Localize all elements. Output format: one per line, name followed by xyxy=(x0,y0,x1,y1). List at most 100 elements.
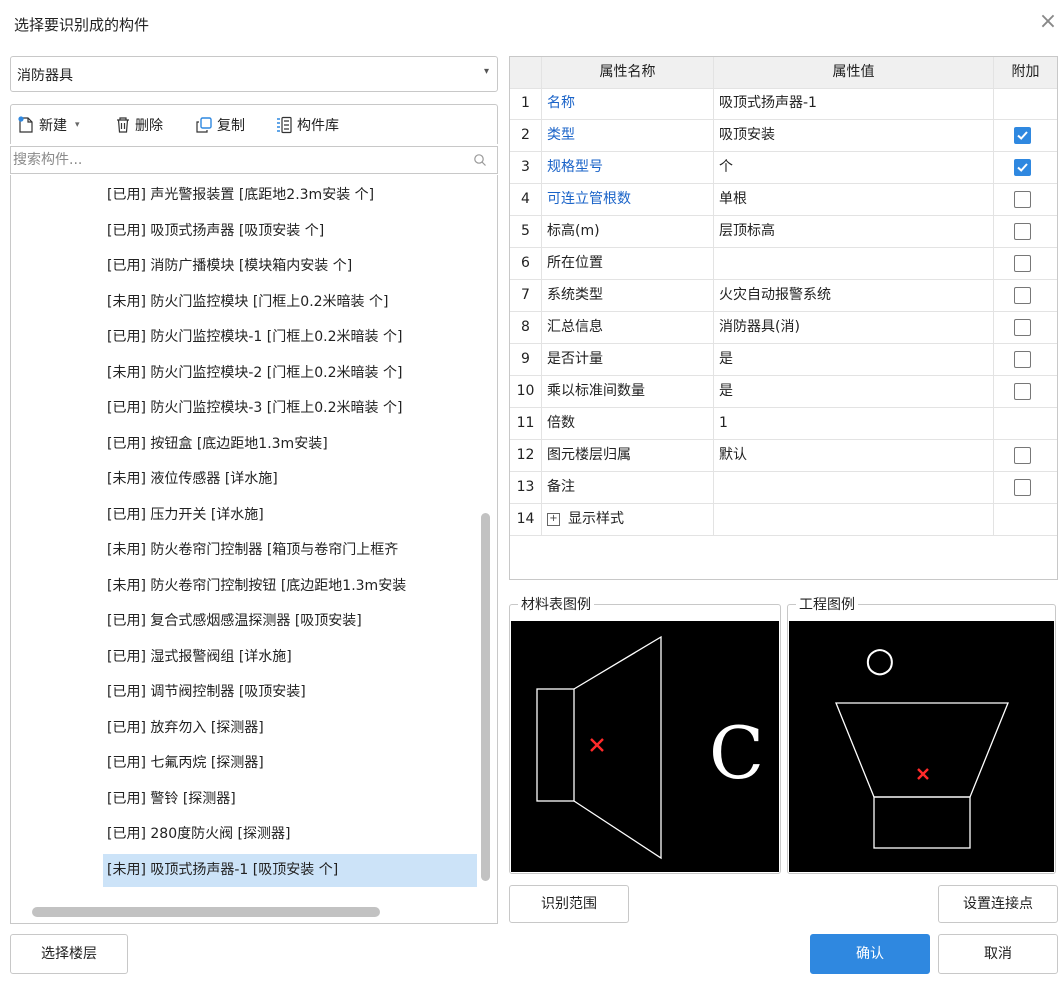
row-number: 11 xyxy=(510,408,542,439)
table-row[interactable]: 12 图元楼层归属 默认 xyxy=(510,440,1057,472)
table-row[interactable]: 6 所在位置 xyxy=(510,248,1057,280)
table-header-row: 属性名称 属性值 附加 xyxy=(510,57,1057,89)
unchecked-checkbox[interactable] xyxy=(1014,383,1031,400)
property-value[interactable]: 默认 xyxy=(714,440,994,471)
list-item[interactable]: [已用] 声光警报装置 [底距地2.3m安装 个] xyxy=(103,179,477,212)
property-value[interactable]: 个 xyxy=(714,152,994,183)
table-row[interactable]: 2 类型 吸顶安装 xyxy=(510,120,1057,152)
list-item[interactable]: [已用] 七氟丙烷 [探测器] xyxy=(103,747,477,780)
list-item[interactable]: [已用] 按钮盒 [底边距地1.3m安装] xyxy=(103,428,477,461)
list-item[interactable]: [已用] 压力开关 [详水施] xyxy=(103,499,477,532)
unchecked-checkbox[interactable] xyxy=(1014,255,1031,272)
unchecked-checkbox[interactable] xyxy=(1014,479,1031,496)
extra-cell xyxy=(994,248,1057,279)
checked-checkbox[interactable] xyxy=(1014,127,1031,144)
extra-cell xyxy=(994,88,1057,119)
property-name: 标高(m) xyxy=(542,216,714,247)
list-item[interactable]: [已用] 消防广播模块 [模块箱内安装 个] xyxy=(103,250,477,283)
property-value[interactable]: 层顶标高 xyxy=(714,216,994,247)
property-value[interactable] xyxy=(714,472,994,503)
list-item[interactable]: [已用] 复合式感烟感温探测器 [吸顶安装] xyxy=(103,605,477,638)
property-name: 名称 xyxy=(542,88,714,119)
extra-cell xyxy=(994,312,1057,343)
list-item[interactable]: [已用] 防火门监控模块-1 [门框上0.2米暗装 个] xyxy=(103,321,477,354)
header-extra: 附加 xyxy=(994,57,1057,88)
set-connection-point-button[interactable]: 设置连接点 xyxy=(938,885,1058,923)
unchecked-checkbox[interactable] xyxy=(1014,351,1031,368)
property-value[interactable]: 单根 xyxy=(714,184,994,215)
property-value[interactable]: 1 xyxy=(714,408,994,439)
table-row[interactable]: 5 标高(m) 层顶标高 xyxy=(510,216,1057,248)
cancel-button[interactable]: 取消 xyxy=(938,934,1058,974)
list-item[interactable]: [未用] 防火卷帘门控制按钮 [底边距地1.3m安装 xyxy=(103,570,477,603)
property-value[interactable]: 消防器具(消) xyxy=(714,312,994,343)
extra-cell xyxy=(994,216,1057,247)
property-value[interactable]: 吸顶安装 xyxy=(714,120,994,151)
property-table: 属性名称 属性值 附加 1 名称 吸顶式扬声器-1 2 类型 吸顶安装 3 规格型号个 4 可连立… xyxy=(509,56,1058,580)
list-item[interactable]: [已用] 防火门监控模块-3 [门框上0.2米暗装 个] xyxy=(103,392,477,425)
row-number: 3 xyxy=(510,152,542,183)
property-name: 倍数 xyxy=(542,408,714,439)
property-value[interactable]: 吸顶式扬声器-1 xyxy=(714,88,994,119)
row-number: 13 xyxy=(510,472,542,503)
material-legend-canvas: C xyxy=(511,621,779,872)
list-item[interactable]: [已用] 280度防火阀 [探测器] xyxy=(103,818,477,851)
unchecked-checkbox[interactable] xyxy=(1014,223,1031,240)
search-icon[interactable] xyxy=(473,153,487,167)
component-toolbar: 新建 ▾ 删除 复制 构件库 xyxy=(10,104,498,144)
expand-plus-icon[interactable]: + xyxy=(547,512,560,526)
table-row[interactable]: 3 规格型号个 xyxy=(510,152,1057,184)
unchecked-checkbox[interactable] xyxy=(1014,287,1031,304)
select-floor-button[interactable]: 选择楼层 xyxy=(10,934,128,974)
list-item[interactable]: [未用] 吸顶式扬声器-1 [吸顶安装 个] xyxy=(103,853,477,887)
table-row[interactable]: 4 可连立管根数 单根 xyxy=(510,184,1057,216)
list-item[interactable]: [已用] 吸顶式扬声器 [吸顶安装 个] xyxy=(103,215,477,248)
list-horizontal-scrollbar[interactable] xyxy=(32,907,380,917)
property-value[interactable]: 是 xyxy=(714,376,994,407)
property-value[interactable] xyxy=(714,248,994,279)
table-row[interactable]: 14 + 显示样式 xyxy=(510,504,1057,536)
row-number: 8 xyxy=(510,312,542,343)
table-row[interactable]: 11 倍数 1 xyxy=(510,408,1057,440)
confirm-button[interactable]: 确认 xyxy=(810,934,930,974)
delete-button[interactable]: 删除 xyxy=(115,115,163,135)
unchecked-checkbox[interactable] xyxy=(1014,319,1031,336)
trash-icon xyxy=(117,117,129,133)
table-row[interactable]: 8 汇总信息 消防器具(消) xyxy=(510,312,1057,344)
list-item[interactable]: [已用] 警铃 [探测器] xyxy=(103,783,477,816)
list-item[interactable]: [未用] 液位传感器 [详水施] xyxy=(103,463,477,496)
list-item[interactable]: [未用] 防火门监控模块 [门框上0.2米暗装 个] xyxy=(103,286,477,319)
table-row[interactable]: 13 备注 xyxy=(510,472,1057,504)
row-number: 2 xyxy=(510,120,542,151)
unchecked-checkbox[interactable] xyxy=(1014,447,1031,464)
row-number: 1 xyxy=(510,88,542,119)
list-item[interactable]: [已用] 放弃勿入 [探测器] xyxy=(103,712,477,745)
table-row[interactable]: 7 系统类型 火灾自动报警系统 xyxy=(510,280,1057,312)
material-legend-glyph: C xyxy=(709,711,765,795)
library-button[interactable]: 构件库 xyxy=(275,115,339,135)
table-row[interactable]: 9 是否计量是 xyxy=(510,344,1057,376)
list-item[interactable]: [未用] 防火门监控模块-2 [门框上0.2米暗装 个] xyxy=(103,357,477,390)
list-item[interactable]: [已用] 湿式报警阀组 [详水施] xyxy=(103,641,477,674)
table-row[interactable]: 1 名称 吸顶式扬声器-1 xyxy=(510,88,1057,120)
list-item[interactable]: [未用] 防火卷帘门控制器 [箱顶与卷帘门上框齐 xyxy=(103,534,477,567)
property-value[interactable]: 是 xyxy=(714,344,994,375)
copy-button[interactable]: 复制 xyxy=(195,115,245,135)
new-button[interactable]: 新建 ▾ xyxy=(17,115,80,135)
row-number: 12 xyxy=(510,440,542,471)
recognize-range-button[interactable]: 识别范围 xyxy=(509,885,629,923)
checked-checkbox[interactable] xyxy=(1014,159,1031,176)
property-value[interactable]: 火灾自动报警系统 xyxy=(714,280,994,311)
unchecked-checkbox[interactable] xyxy=(1014,191,1031,208)
dialog-title: 选择要识别成的构件 xyxy=(14,16,150,34)
extra-cell xyxy=(994,440,1057,471)
list-vertical-scrollbar[interactable] xyxy=(481,513,490,881)
new-dropdown-icon[interactable]: ▾ xyxy=(75,120,80,130)
property-value[interactable] xyxy=(714,504,994,535)
category-select[interactable]: 消防器具 ▾ xyxy=(10,56,498,92)
list-item[interactable]: [已用] 调节阀控制器 [吸顶安装] xyxy=(103,676,477,709)
table-row[interactable]: 10 乘以标准间数量是 xyxy=(510,376,1057,408)
search-input[interactable] xyxy=(13,149,463,171)
close-icon[interactable]: × xyxy=(1036,10,1060,34)
row-number: 7 xyxy=(510,280,542,311)
